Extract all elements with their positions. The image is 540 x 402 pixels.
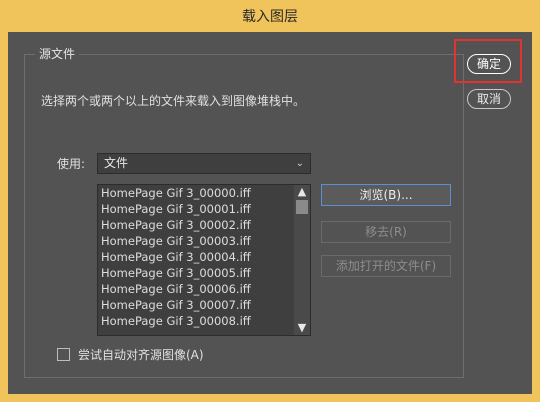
remove-button[interactable]: 移去(R) — [321, 221, 451, 243]
scroll-down-icon[interactable]: ▼ — [294, 321, 310, 335]
file-list-items: HomePage Gif 3_00000.iff HomePage Gif 3_0… — [98, 185, 294, 335]
window-title: 载入图层 — [242, 9, 298, 25]
auto-align-checkbox[interactable] — [57, 348, 70, 361]
file-list-item[interactable]: HomePage Gif 3_00001.iff — [98, 201, 294, 217]
file-list-item[interactable]: HomePage Gif 3_00005.iff — [98, 265, 294, 281]
scroll-thumb[interactable] — [296, 200, 308, 214]
source-files-group: 源文件 选择两个或两个以上的文件来载入到图像堆栈中。 使用: 文件 ⌄ Home… — [24, 46, 464, 378]
file-list-item[interactable]: HomePage Gif 3_00004.iff — [98, 249, 294, 265]
file-list-item[interactable]: HomePage Gif 3_00002.iff — [98, 217, 294, 233]
scroll-up-icon[interactable]: ▲ — [294, 185, 310, 199]
use-label: 使用: — [57, 157, 86, 171]
file-list[interactable]: HomePage Gif 3_00000.iff HomePage Gif 3_0… — [97, 184, 311, 336]
ok-button[interactable]: 确定 — [467, 54, 511, 74]
file-list-item[interactable]: HomePage Gif 3_00007.iff — [98, 297, 294, 313]
dialog-panel: 源文件 选择两个或两个以上的文件来载入到图像堆栈中。 使用: 文件 ⌄ Home… — [8, 32, 532, 394]
group-label: 源文件 — [35, 46, 80, 62]
add-open-files-button[interactable]: 添加打开的文件(F) — [321, 255, 451, 277]
file-list-item[interactable]: HomePage Gif 3_00008.iff — [98, 313, 294, 329]
file-list-scrollbar[interactable]: ▲ ▼ — [294, 185, 310, 335]
auto-align-label: 尝试自动对齐源图像(A) — [78, 348, 204, 362]
use-select[interactable]: 文件 ⌄ — [97, 153, 311, 174]
browse-button[interactable]: 浏览(B)... — [321, 184, 451, 206]
chevron-down-icon: ⌄ — [295, 158, 304, 169]
file-list-item[interactable]: HomePage Gif 3_00003.iff — [98, 233, 294, 249]
use-select-value: 文件 — [104, 156, 129, 170]
file-list-item[interactable]: HomePage Gif 3_00000.iff — [98, 185, 294, 201]
file-list-item[interactable]: HomePage Gif 3_00006.iff — [98, 281, 294, 297]
auto-align-row[interactable]: 尝试自动对齐源图像(A) — [57, 347, 204, 363]
cancel-button[interactable]: 取消 — [467, 89, 511, 109]
description-text: 选择两个或两个以上的文件来载入到图像堆栈中。 — [41, 94, 306, 108]
